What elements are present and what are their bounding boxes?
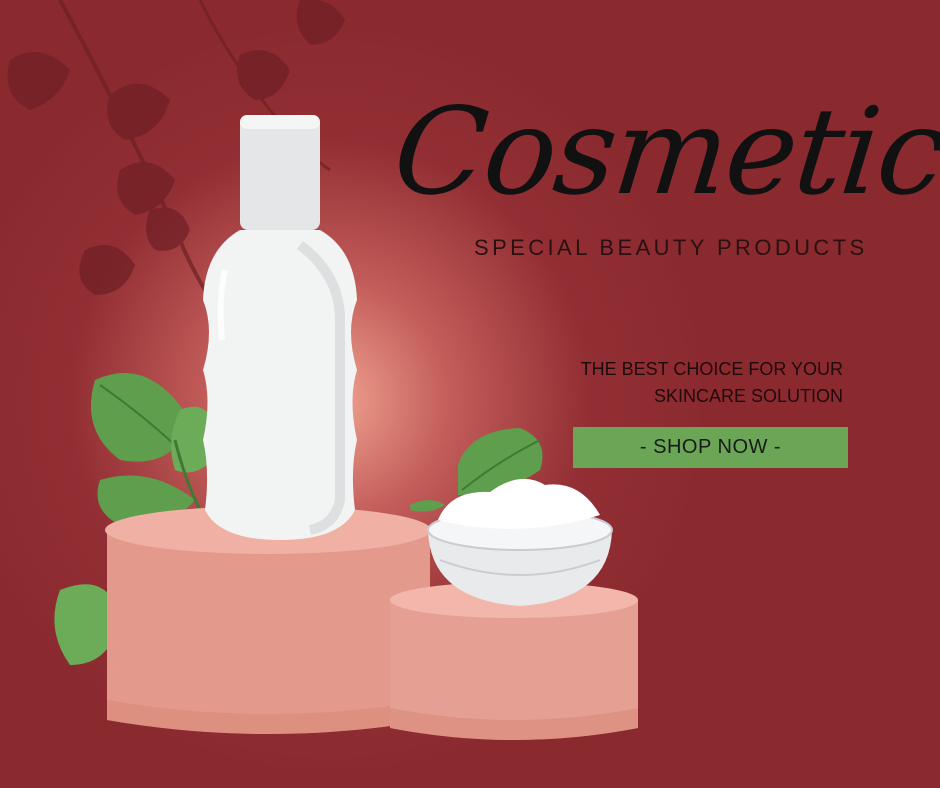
banner-title: Cosmetic: [387, 83, 940, 222]
shop-now-button[interactable]: - SHOP NOW -: [573, 427, 848, 468]
podium-icon: [390, 582, 638, 740]
tagline-line: SKINCARE SOLUTION: [653, 386, 843, 406]
bottle-icon: [203, 115, 357, 540]
banner-tagline: THE BEST CHOICE FOR YOUR SKINCARE SOLUTI…: [540, 356, 843, 410]
banner-subtitle: SPECIAL BEAUTY PRODUCTS: [474, 235, 868, 260]
tagline-line: THE BEST CHOICE FOR YOUR: [580, 359, 843, 379]
podium-icon: [105, 506, 431, 734]
beauty-banner: Cosmetic SPECIAL BEAUTY PRODUCTS THE BES…: [0, 0, 940, 788]
